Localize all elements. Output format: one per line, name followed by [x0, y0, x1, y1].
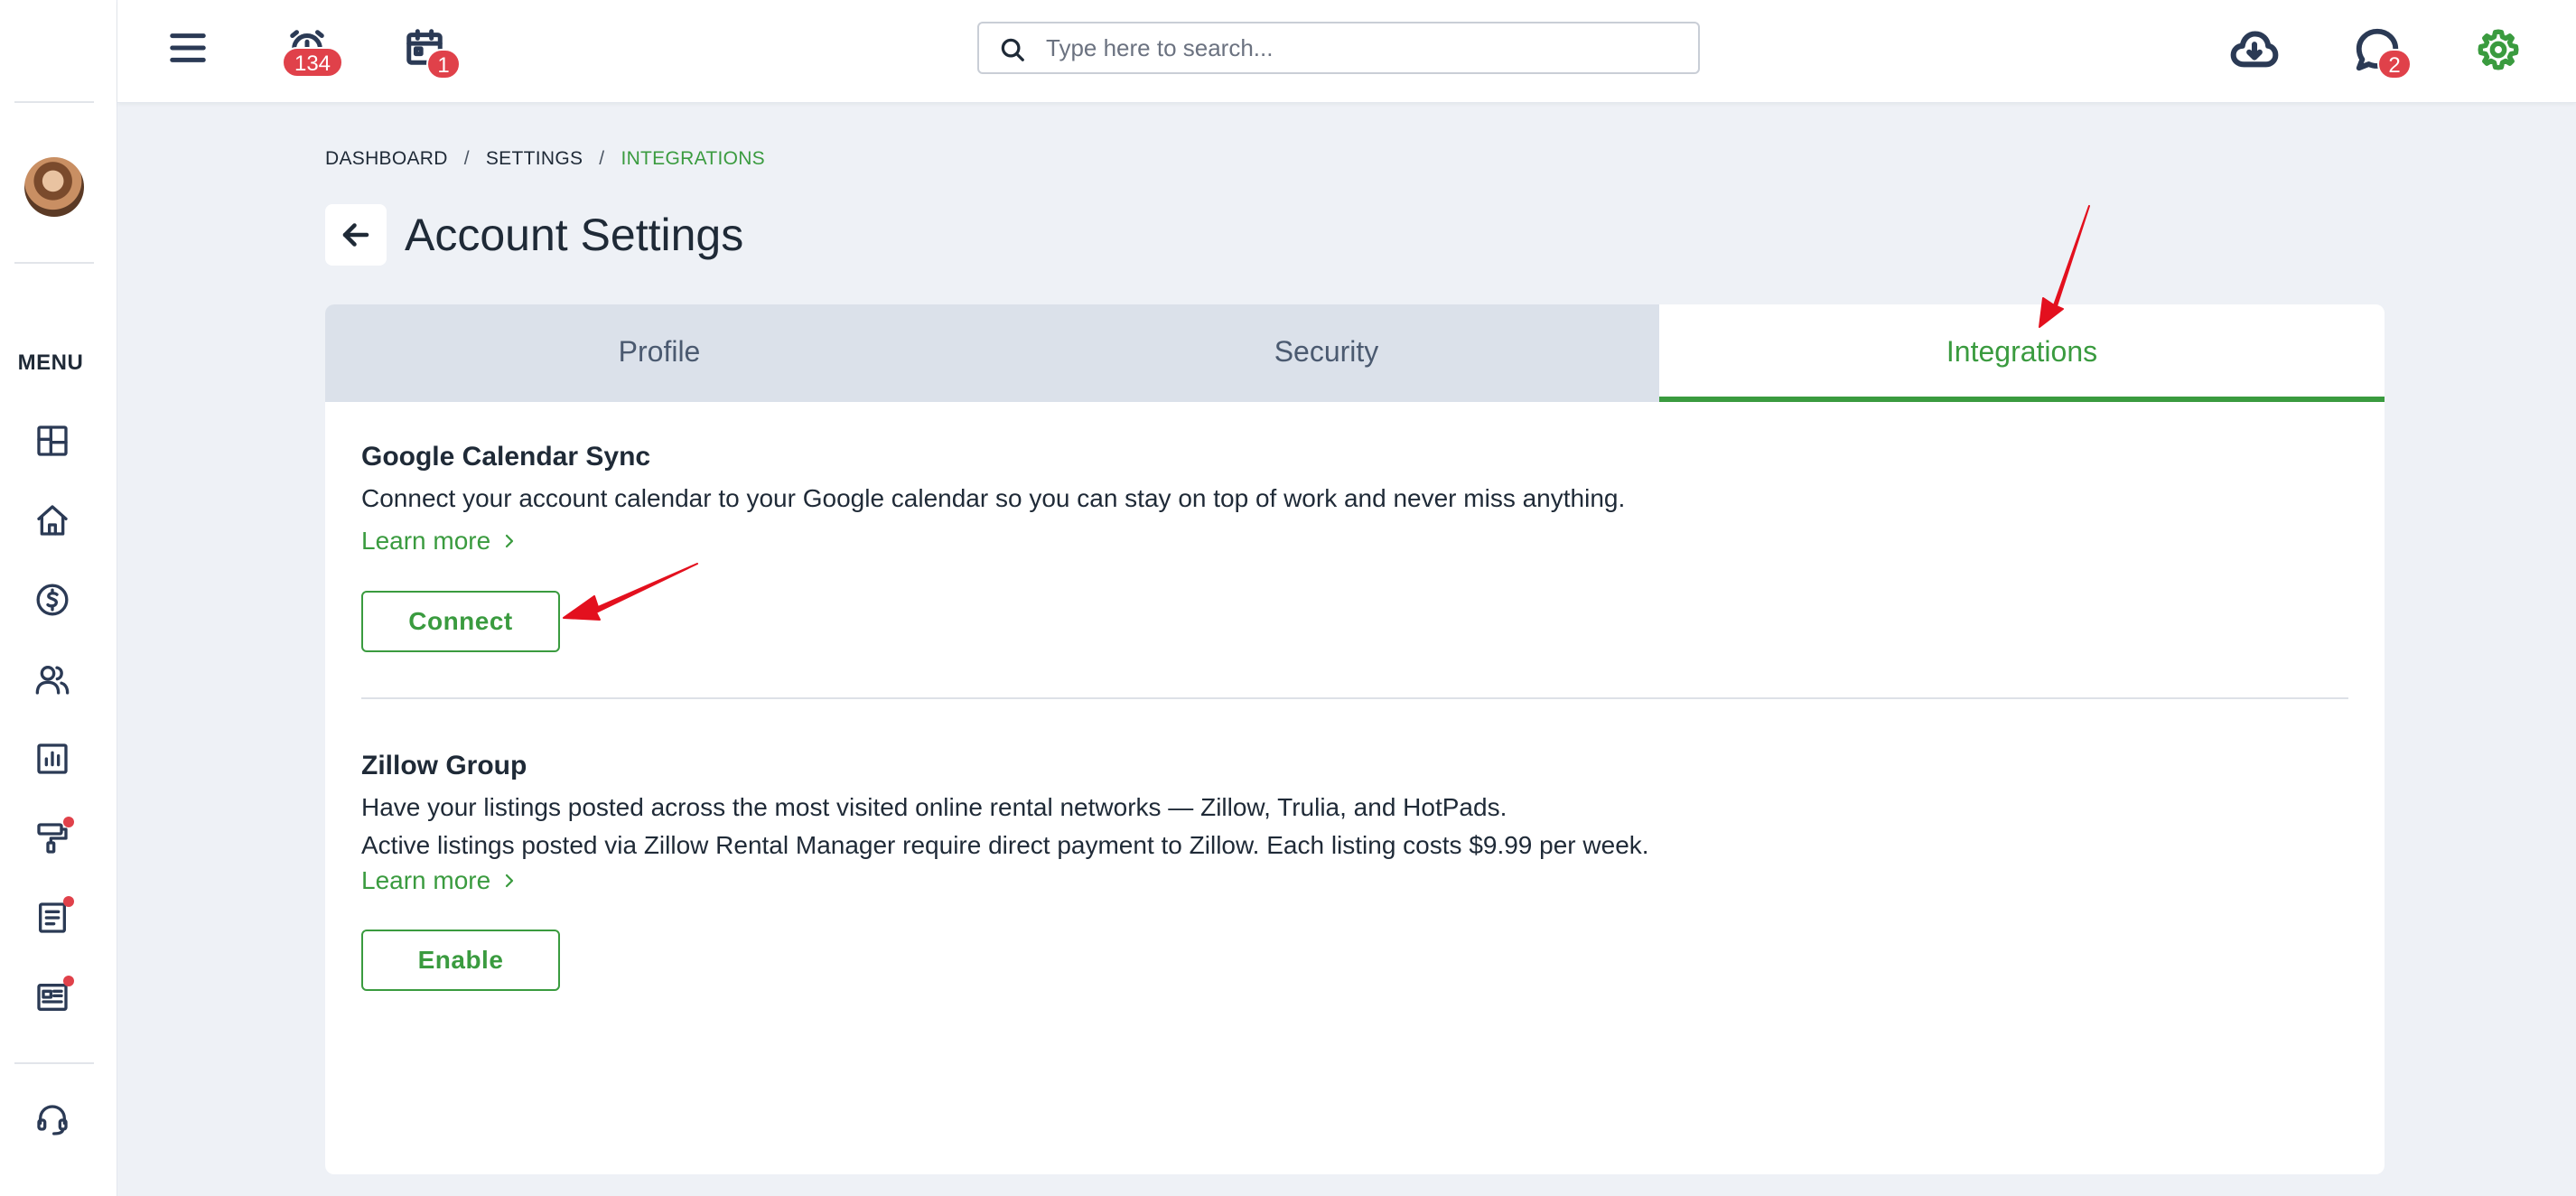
integration-description: Connect your account calendar to your Go… [361, 480, 2348, 518]
connect-button[interactable]: Connect [361, 591, 560, 652]
search-icon [1001, 38, 1024, 61]
users-icon [35, 666, 70, 695]
integration-google-calendar: Google Calendar Sync [361, 442, 2348, 472]
cloud-download-icon [2230, 31, 2279, 68]
alert-dot [63, 817, 74, 827]
learn-more-link[interactable]: Learn more [361, 527, 518, 556]
home-icon [37, 505, 68, 536]
search-input[interactable] [1046, 31, 1678, 65]
dashboard-icon [37, 425, 68, 456]
breadcrumb-settings[interactable]: SETTINGS [486, 148, 583, 170]
learn-more-link[interactable]: Learn more [361, 866, 518, 895]
integration-title: Zillow Group [361, 751, 527, 780]
learn-more-row: Learn more [361, 866, 2348, 895]
learn-more-label: Learn more [361, 527, 491, 555]
reminders-badge: 134 [282, 47, 343, 78]
settings-button[interactable] [2471, 23, 2525, 77]
enable-button[interactable]: Enable [361, 930, 560, 991]
sidebar-item-documents[interactable] [33, 896, 74, 938]
sidebar-item-maintenance[interactable] [33, 817, 74, 858]
bar-chart-icon [37, 743, 68, 774]
search-bar [977, 22, 1700, 74]
sidebar-item-finance[interactable] [33, 580, 72, 620]
breadcrumb: DASHBOARD / SETTINGS / INTEGRATIONS [325, 148, 765, 170]
integration-description-line: Have your listings posted across the mos… [361, 793, 1507, 821]
sidebar-item-listings[interactable] [33, 976, 74, 1017]
calendar-badge: 1 [426, 49, 461, 79]
tab-profile[interactable]: Profile [325, 304, 994, 402]
sidebar-divider [14, 1062, 94, 1064]
sidebar-item-dashboard[interactable] [33, 421, 72, 461]
arrow-left-icon [342, 223, 369, 247]
section-divider [361, 697, 2348, 699]
breadcrumb-separator: / [599, 148, 605, 169]
settings-card: Profile Security Integrations Google Cal… [325, 304, 2385, 1174]
integration-description-line: Active listings posted via Zillow Rental… [361, 831, 1649, 859]
breadcrumb-dashboard[interactable]: DASHBOARD [325, 148, 448, 170]
menu-icon [170, 33, 206, 62]
learn-more-row: Learn more [361, 527, 2348, 556]
breadcrumb-integrations: INTEGRATIONS [621, 148, 765, 169]
headset-icon [37, 1105, 68, 1135]
annotation-arrow-tab [2039, 205, 2090, 328]
learn-more-label: Learn more [361, 866, 491, 894]
sidebar-item-reports[interactable] [33, 739, 72, 779]
integration-description-line: Connect your account calendar to your Go… [361, 484, 1626, 512]
breadcrumb-separator: / [463, 148, 470, 169]
download-button[interactable] [2227, 23, 2282, 77]
back-button[interactable] [325, 204, 387, 266]
chevron-right-icon [506, 874, 514, 888]
top-header: 134 1 2 [117, 0, 2576, 103]
sidebar-item-people[interactable] [33, 659, 72, 699]
page-title: Account Settings [405, 210, 744, 260]
annotation-arrow-connect [563, 563, 698, 621]
menu-button[interactable] [163, 23, 213, 73]
chevron-right-icon [506, 534, 514, 548]
sidebar-item-home[interactable] [33, 500, 72, 540]
alert-dot [63, 896, 74, 907]
messages-badge: 2 [2377, 49, 2412, 79]
sidebar-divider [14, 101, 94, 103]
alert-dot [63, 976, 74, 986]
menu-label: MENU [17, 350, 84, 375]
avatar[interactable] [24, 157, 84, 217]
sidebar-item-support[interactable] [33, 1100, 72, 1140]
integration-description: Have your listings posted across the mos… [361, 789, 2348, 864]
tab-security[interactable]: Security [994, 304, 1659, 402]
dollar-icon [36, 584, 69, 616]
integration-zillow: Zillow Group [361, 751, 2348, 781]
tab-integrations[interactable]: Integrations [1659, 304, 2385, 402]
sidebar-divider [14, 262, 94, 264]
sidebar: MENU [0, 0, 117, 1196]
gear-icon [2478, 29, 2519, 70]
integration-title: Google Calendar Sync [361, 442, 651, 472]
